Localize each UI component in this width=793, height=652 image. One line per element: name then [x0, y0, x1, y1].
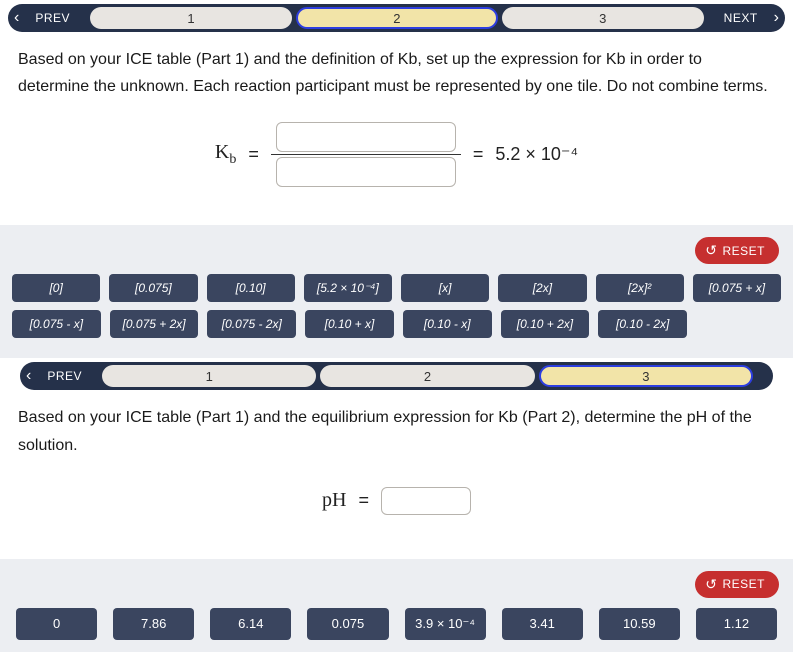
tile[interactable]: [0.075 - x] — [12, 310, 101, 338]
equals-sign-ph: = — [358, 490, 369, 511]
tile-row-3: 0 7.86 6.14 0.075 3.9 × 10⁻⁴ 3.41 10.59 … — [6, 608, 787, 640]
step-2-b[interactable]: 2 — [320, 365, 534, 387]
tile[interactable]: [0.10] — [207, 274, 295, 302]
tile[interactable]: [2x]² — [596, 274, 684, 302]
tile[interactable]: 7.86 — [113, 608, 194, 640]
tile[interactable]: [0.10 + x] — [305, 310, 394, 338]
reset-row-1: ↺ RESET — [6, 237, 787, 274]
reset-label: RESET — [722, 244, 765, 258]
tile[interactable]: 10.59 — [599, 608, 680, 640]
tile[interactable]: [0.10 - 2x] — [598, 310, 687, 338]
ph-label: pH — [322, 489, 346, 512]
tile-row-2: [0.075 - x] [0.075 + 2x] [0.075 - 2x] [0… — [6, 310, 787, 346]
step-3-b[interactable]: 3 — [539, 365, 753, 387]
nav-right-end — [755, 362, 773, 390]
kb-label-sub: b — [229, 152, 236, 167]
tile[interactable]: 0.075 — [307, 608, 388, 640]
fraction-container — [271, 122, 461, 187]
tile[interactable]: 0 — [16, 608, 97, 640]
equals-sign-1: = — [248, 144, 259, 165]
numerator-slot[interactable] — [276, 122, 456, 152]
tile-area-1: ↺ RESET [0] [0.075] [0.10] [5.2 × 10⁻⁴] … — [0, 225, 793, 358]
instruction-text-1: Based on your ICE table (Part 1) and the… — [0, 36, 793, 116]
tile[interactable]: [0] — [12, 274, 100, 302]
denominator-slot[interactable] — [276, 157, 456, 187]
reset-button-1[interactable]: ↺ RESET — [695, 237, 779, 264]
tile[interactable]: 6.14 — [210, 608, 291, 640]
chevron-right-icon[interactable]: › — [768, 9, 785, 27]
step-2[interactable]: 2 — [296, 7, 498, 29]
tile[interactable]: 3.9 × 10⁻⁴ — [405, 608, 486, 640]
reset-row-2: ↺ RESET — [6, 571, 787, 608]
tile[interactable]: 1.12 — [696, 608, 777, 640]
tile[interactable]: [0.10 - x] — [403, 310, 492, 338]
step-1-b[interactable]: 1 — [102, 365, 316, 387]
nav-prev-group: ‹ PREV — [8, 4, 88, 32]
tile[interactable]: [0.075 + x] — [693, 274, 781, 302]
nav-next-group: NEXT › — [706, 4, 785, 32]
tile[interactable]: 3.41 — [502, 608, 583, 640]
undo-icon: ↺ — [705, 576, 717, 593]
tile[interactable]: [0.075 + 2x] — [110, 310, 199, 338]
equals-sign-2: = — [473, 144, 484, 165]
prev-button-2[interactable]: PREV — [37, 362, 92, 390]
next-button[interactable]: NEXT — [714, 4, 768, 32]
section2-nav: ‹ PREV 1 2 3 — [0, 358, 793, 394]
kb-label-main: K — [215, 141, 229, 163]
tile[interactable]: [0.075 - 2x] — [207, 310, 296, 338]
kb-label: Kb — [215, 141, 236, 168]
kb-expression: Kb = = 5.2 × 10⁻⁴ — [0, 116, 793, 209]
kb-value: 5.2 × 10⁻⁴ — [495, 144, 578, 165]
ph-row: pH = — [0, 475, 793, 543]
step-3[interactable]: 3 — [502, 7, 704, 29]
reset-label-2: RESET — [722, 577, 765, 591]
fraction-line — [271, 154, 461, 155]
tile[interactable]: [x] — [401, 274, 489, 302]
reset-button-2[interactable]: ↺ RESET — [695, 571, 779, 598]
ph-slot[interactable] — [381, 487, 471, 515]
tile[interactable]: [2x] — [498, 274, 586, 302]
tile[interactable]: [0.10 + 2x] — [501, 310, 590, 338]
prev-button[interactable]: PREV — [25, 4, 80, 32]
tile-row-1: [0] [0.075] [0.10] [5.2 × 10⁻⁴] [x] [2x]… — [6, 274, 787, 310]
tile[interactable]: [5.2 × 10⁻⁴] — [304, 274, 392, 302]
step-1[interactable]: 1 — [90, 7, 292, 29]
chevron-left-icon[interactable]: ‹ — [8, 9, 25, 27]
undo-icon: ↺ — [705, 242, 717, 259]
instruction-text-2: Based on your ICE table (Part 1) and the… — [0, 394, 793, 474]
tile[interactable]: [0.075] — [109, 274, 197, 302]
section1-nav: ‹ PREV 1 2 3 NEXT › — [0, 0, 793, 36]
step-track-1: 1 2 3 — [88, 4, 706, 32]
step-track-2: 1 2 3 — [100, 362, 755, 390]
chevron-left-icon[interactable]: ‹ — [20, 367, 37, 385]
nav-prev-group-2: ‹ PREV — [20, 362, 100, 390]
